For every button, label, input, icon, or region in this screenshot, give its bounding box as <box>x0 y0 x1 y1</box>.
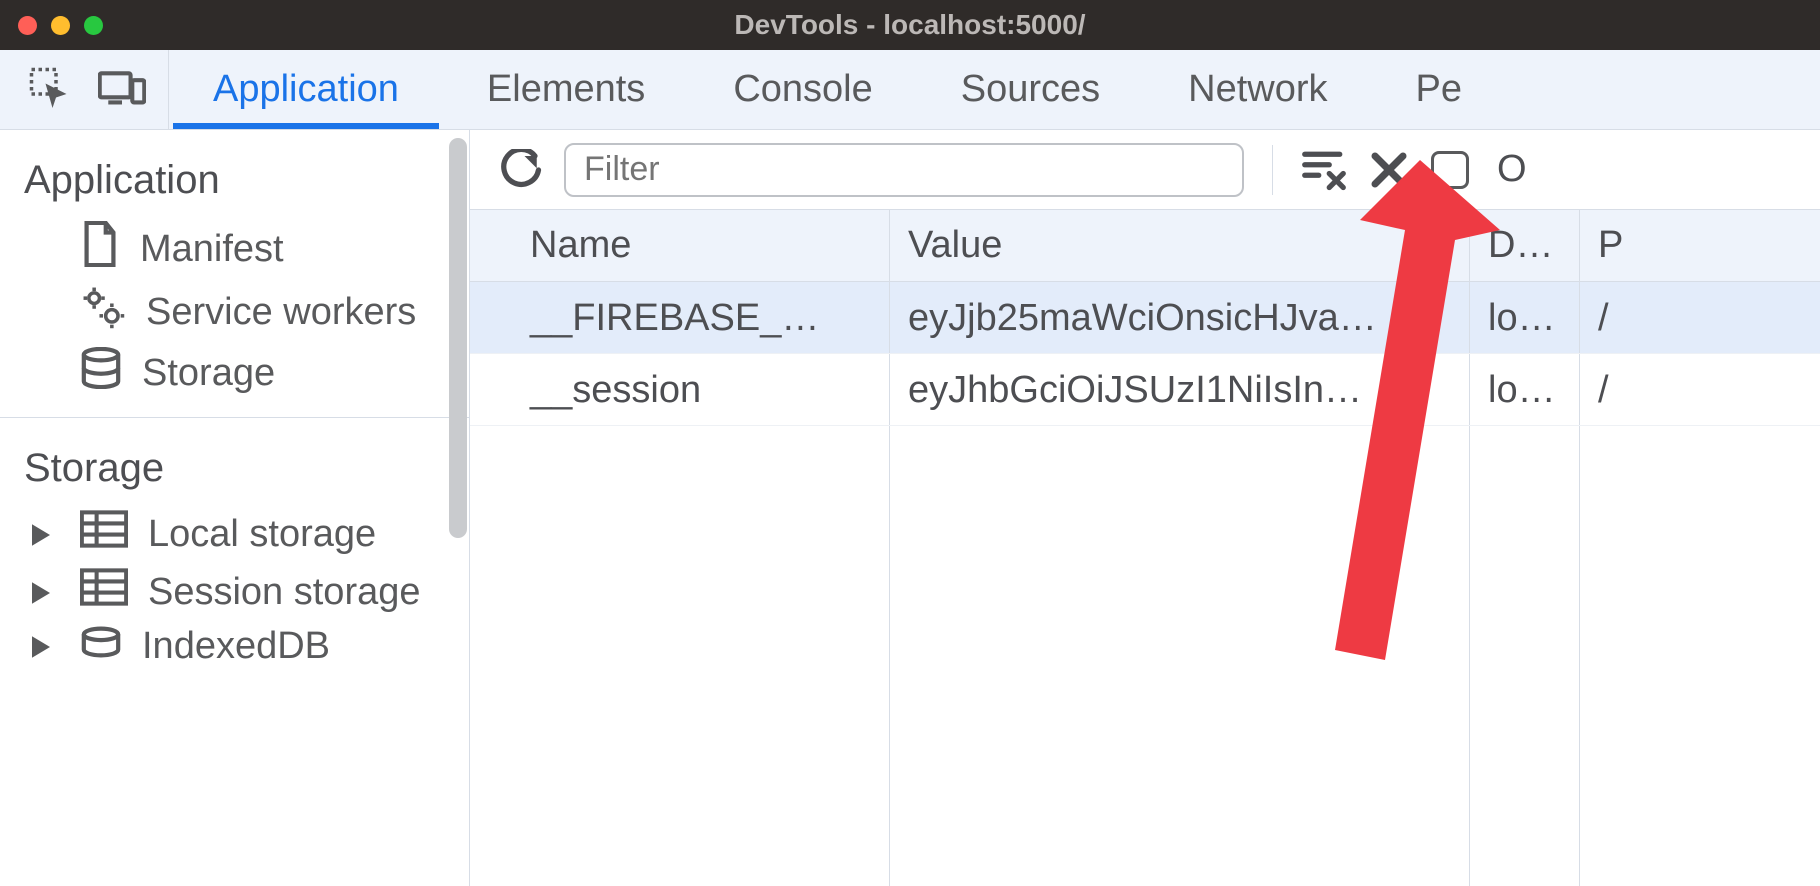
cell-name: __session <box>470 354 890 425</box>
sidebar-section-storage: Storage <box>0 418 469 505</box>
tab-performance[interactable]: Pe <box>1372 50 1506 129</box>
cookies-table: Name Value D… P __FIREBASE_… eyJjb25maWc… <box>470 210 1820 886</box>
table-icon <box>80 509 128 559</box>
tab-label: Sources <box>961 68 1100 111</box>
cell-domain: lo… <box>1470 282 1580 353</box>
clear-all-button[interactable] <box>1301 149 1347 191</box>
sidebar-item-label: Local storage <box>148 513 376 556</box>
document-icon <box>80 221 120 277</box>
tab-sources[interactable]: Sources <box>917 50 1144 129</box>
window-maximize-button[interactable] <box>84 16 103 35</box>
titlebar: DevTools - localhost:5000/ <box>0 0 1820 50</box>
tab-elements[interactable]: Elements <box>443 50 689 129</box>
tab-label: Application <box>213 68 399 111</box>
window-close-button[interactable] <box>18 16 37 35</box>
sidebar-item-label: Manifest <box>140 228 284 271</box>
column-header-name[interactable]: Name <box>470 210 890 281</box>
window-title: DevTools - localhost:5000/ <box>0 9 1820 41</box>
column-header-domain[interactable]: D… <box>1470 210 1580 281</box>
application-sidebar: Application Manifest Service workers <box>0 130 470 886</box>
chevron-right-icon <box>32 513 50 556</box>
inspect-icon[interactable] <box>28 66 70 113</box>
delete-button[interactable] <box>1369 150 1409 190</box>
tab-label: Elements <box>487 68 645 111</box>
only-cookies-with-issue-checkbox[interactable] <box>1431 151 1469 189</box>
table-header: Name Value D… P <box>470 210 1820 282</box>
sidebar-item-service-workers[interactable]: Service workers <box>0 281 469 343</box>
tab-label: Network <box>1188 68 1327 111</box>
sidebar-item-label: Service workers <box>146 291 416 334</box>
tab-label: Console <box>733 68 872 111</box>
chevron-right-icon <box>32 625 50 668</box>
database-icon <box>80 625 122 668</box>
refresh-button[interactable] <box>500 149 542 191</box>
tab-label: Pe <box>1416 68 1462 111</box>
tab-console[interactable]: Console <box>689 50 916 129</box>
sidebar-item-local-storage[interactable]: Local storage <box>0 505 469 563</box>
gears-icon <box>80 285 126 339</box>
sidebar-section-application: Application <box>0 130 469 217</box>
cell-name: __FIREBASE_… <box>470 282 890 353</box>
sidebar-item-label: Storage <box>142 352 275 395</box>
cell-domain: lo… <box>1470 354 1580 425</box>
tab-network[interactable]: Network <box>1144 50 1371 129</box>
cell-path: / <box>1580 354 1820 425</box>
filter-input[interactable] <box>564 143 1244 197</box>
devtools-tabbar: Application Elements Console Sources Net… <box>0 50 1820 130</box>
cell-value: eyJjb25maWciOnsicHJva… <box>890 282 1470 353</box>
table-empty-area <box>470 426 1820 886</box>
scrollbar[interactable] <box>449 138 467 538</box>
sidebar-item-session-storage[interactable]: Session storage <box>0 563 469 621</box>
window-controls <box>18 16 103 35</box>
tab-application[interactable]: Application <box>169 50 443 129</box>
cookies-toolbar: O <box>470 130 1820 210</box>
column-header-path[interactable]: P <box>1580 210 1820 281</box>
cell-value: eyJhbGciOiJSUzI1NiIsIn… <box>890 354 1470 425</box>
sidebar-item-storage[interactable]: Storage <box>0 343 469 403</box>
device-mode-icon[interactable] <box>98 67 146 112</box>
window-minimize-button[interactable] <box>51 16 70 35</box>
column-header-value[interactable]: Value <box>890 210 1470 281</box>
sidebar-item-manifest[interactable]: Manifest <box>0 217 469 281</box>
cell-path: / <box>1580 282 1820 353</box>
table-row[interactable]: __session eyJhbGciOiJSUzI1NiIsIn… lo… / <box>470 354 1820 426</box>
table-row[interactable]: __FIREBASE_… eyJjb25maWciOnsicHJva… lo… … <box>470 282 1820 354</box>
sidebar-item-label: IndexedDB <box>142 625 330 668</box>
database-icon <box>80 347 122 399</box>
table-icon <box>80 567 128 617</box>
checkbox-label-truncated: O <box>1497 148 1527 191</box>
sidebar-item-indexeddb[interactable]: IndexedDB <box>0 621 469 672</box>
sidebar-item-label: Session storage <box>148 571 421 614</box>
separator <box>1272 145 1273 195</box>
main-panel: O Name Value D… P __FIREBASE_… eyJjb25ma… <box>470 130 1820 886</box>
chevron-right-icon <box>32 571 50 614</box>
